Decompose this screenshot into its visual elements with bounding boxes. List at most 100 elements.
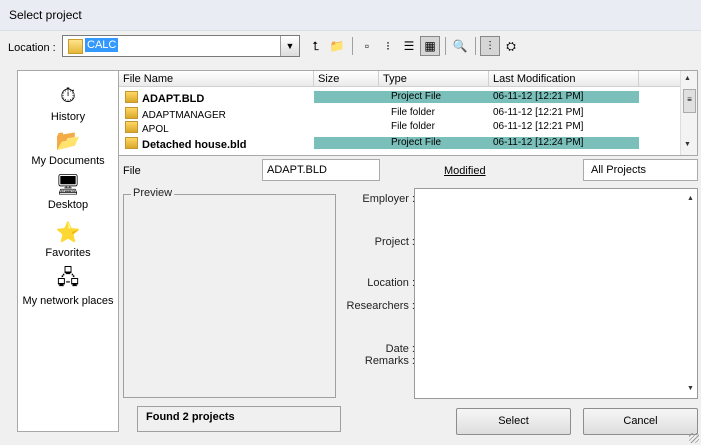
new-folder-icon: 📁 bbox=[329, 39, 345, 53]
file-modified: 06-11-12 [12:21 PM] bbox=[493, 91, 584, 102]
place-label: My network places bbox=[22, 295, 114, 307]
chevron-down-icon[interactable]: ▼ bbox=[280, 36, 299, 56]
file-type: Project File bbox=[391, 91, 442, 102]
status-text: Found 2 projects bbox=[146, 411, 235, 423]
project-filter-value: All Projects bbox=[591, 164, 647, 176]
place-label: Favorites bbox=[45, 247, 91, 259]
modified-text: Modified bbox=[444, 165, 486, 177]
toolbar-separator bbox=[352, 37, 353, 55]
preview-button[interactable]: 🔍 bbox=[450, 36, 470, 56]
file-type: File folder bbox=[391, 121, 435, 132]
project-filter-select[interactable]: All Projects bbox=[583, 159, 698, 181]
my-documents-icon: 📂 bbox=[55, 129, 81, 152]
date-label: Date : bbox=[385, 343, 415, 355]
place-desktop[interactable]: 🖥 Desktop bbox=[18, 171, 118, 212]
location-value: CALC bbox=[85, 38, 119, 52]
history-icon: ⏱ bbox=[60, 84, 76, 107]
scroll-up-icon[interactable]: ▲ bbox=[684, 75, 691, 82]
small-icons-view-button[interactable]: ▫ bbox=[357, 36, 377, 56]
folder-icon bbox=[125, 91, 138, 103]
column-header-type[interactable]: Type bbox=[379, 71, 489, 87]
file-type: Project File bbox=[391, 137, 442, 148]
location-combobox[interactable]: CALC ▼ bbox=[62, 35, 300, 57]
favorites-icon: ⭐ bbox=[55, 221, 81, 244]
folder-icon bbox=[125, 137, 138, 149]
column-header-blank bbox=[639, 71, 685, 87]
thumbnails-view-button[interactable]: ▦ bbox=[420, 36, 440, 56]
place-favorites[interactable]: ⭐ Favorites bbox=[18, 219, 118, 260]
employer-label: Employer : bbox=[362, 193, 415, 205]
tree-view-icon: ⫶ bbox=[488, 38, 492, 53]
file-list-scrollbar[interactable]: ▲ ≡ ▼ bbox=[680, 71, 697, 155]
file-field-value: ADAPT.BLD bbox=[267, 164, 327, 176]
file-modified: 06-11-12 [12:21 PM] bbox=[493, 107, 584, 118]
scroll-up-icon[interactable]: ▲ bbox=[687, 195, 694, 202]
status-panel: Found 2 projects bbox=[137, 406, 341, 432]
remarks-label: Remarks : bbox=[364, 355, 415, 367]
place-my-documents[interactable]: 📂 My Documents bbox=[18, 127, 118, 168]
modified-label: Modified bbox=[444, 165, 486, 177]
scrollbar-thumb[interactable]: ≡ bbox=[683, 89, 696, 113]
file-name: APOL bbox=[142, 124, 169, 133]
file-row[interactable]: ADAPTMANAGER File folder 06-11-12 [12:21… bbox=[119, 107, 685, 119]
desktop-icon: 🖥 bbox=[55, 173, 81, 196]
resize-grip[interactable] bbox=[689, 433, 699, 443]
up-folder-icon: ⮤ bbox=[312, 38, 320, 53]
location-field-label: Location : bbox=[367, 277, 415, 289]
title-bar: Select project bbox=[0, 0, 701, 31]
details-view-icon: ☰ bbox=[403, 39, 415, 53]
location-label: Location : bbox=[8, 42, 56, 54]
file-name: ADAPTMANAGER bbox=[142, 110, 226, 119]
folder-icon bbox=[125, 121, 138, 133]
place-history[interactable]: ⏱ History bbox=[18, 83, 118, 124]
file-modified: 06-11-12 [12:24 PM] bbox=[493, 137, 584, 148]
up-folder-button[interactable]: ⮤ bbox=[306, 36, 326, 56]
folder-icon bbox=[125, 107, 138, 119]
scroll-down-icon[interactable]: ▼ bbox=[684, 141, 691, 148]
toolbar-separator bbox=[475, 37, 476, 55]
network-button[interactable]: ⛭ bbox=[501, 36, 521, 56]
researchers-label: Researchers : bbox=[346, 300, 415, 312]
file-list: File Name Size Type Last Modification AD… bbox=[118, 70, 698, 156]
file-row[interactable]: ADAPT.BLD Project File 06-11-12 [12:21 P… bbox=[119, 91, 685, 103]
file-row[interactable]: APOL File folder 06-11-12 [12:21 PM] bbox=[119, 121, 685, 133]
details-textarea[interactable]: ▲ ▼ bbox=[414, 188, 698, 399]
place-network[interactable]: 🖧 My network places bbox=[18, 267, 118, 307]
column-header-modified[interactable]: Last Modification bbox=[489, 71, 639, 87]
file-field[interactable]: ADAPT.BLD bbox=[262, 159, 380, 181]
list-view-button[interactable]: ⁝ bbox=[378, 36, 398, 56]
project-label: Project : bbox=[374, 236, 415, 248]
scroll-down-icon[interactable]: ▼ bbox=[687, 385, 694, 392]
dialog-title: Select project bbox=[9, 8, 82, 22]
file-name-cell: ADAPTMANAGER bbox=[125, 107, 310, 119]
file-name: Detached house.bld bbox=[142, 139, 247, 149]
column-header-size[interactable]: Size bbox=[314, 71, 379, 87]
file-label: File bbox=[123, 165, 141, 177]
select-label: Select bbox=[498, 415, 529, 427]
list-view-icon: ⁝ bbox=[386, 39, 390, 53]
toolbar: ⮤ 📁 ▫ ⁝ ☰ ▦ 🔍 ⫶ ⛭ bbox=[306, 36, 522, 56]
preview-label: Preview bbox=[131, 187, 175, 199]
file-name: ADAPT.BLD bbox=[142, 93, 205, 103]
network-icon: ⛭ bbox=[506, 38, 516, 53]
file-modified: 06-11-12 [12:21 PM] bbox=[493, 121, 584, 132]
places-bar: ⏱ History 📂 My Documents 🖥 Desktop ⭐ Fav… bbox=[17, 70, 119, 432]
preview-box bbox=[123, 194, 336, 398]
file-name-cell: Detached house.bld bbox=[125, 137, 310, 149]
place-label: History bbox=[50, 111, 86, 123]
file-name-cell: ADAPT.BLD bbox=[125, 91, 310, 103]
thumbnails-view-icon: ▦ bbox=[424, 39, 436, 53]
select-button[interactable]: Select bbox=[456, 408, 571, 435]
new-folder-button[interactable]: 📁 bbox=[327, 36, 347, 56]
network-places-icon: 🖧 bbox=[56, 267, 80, 289]
small-icons-view-icon: ▫ bbox=[364, 39, 370, 53]
cancel-button[interactable]: Cancel bbox=[583, 408, 698, 435]
toolbar-separator bbox=[445, 37, 446, 55]
place-label: Desktop bbox=[47, 199, 89, 211]
details-view-button[interactable]: ☰ bbox=[399, 36, 419, 56]
file-row[interactable]: Detached house.bld Project File 06-11-12… bbox=[119, 137, 685, 149]
place-label: My Documents bbox=[31, 155, 105, 167]
column-header-name[interactable]: File Name bbox=[119, 71, 314, 87]
file-name-cell: APOL bbox=[125, 121, 310, 133]
tree-view-button[interactable]: ⫶ bbox=[480, 36, 500, 56]
